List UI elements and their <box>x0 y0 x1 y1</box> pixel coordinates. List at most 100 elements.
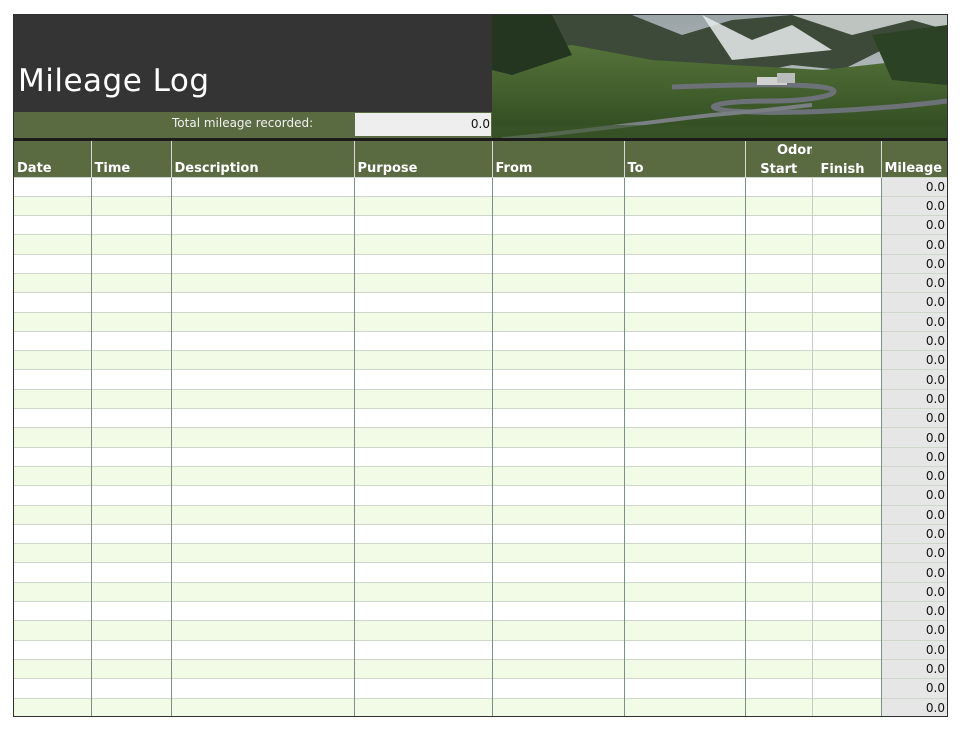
cell-finish[interactable] <box>811 562 881 583</box>
cell-time[interactable] <box>90 620 171 641</box>
cell-from[interactable] <box>491 272 624 293</box>
cell-to[interactable] <box>623 176 745 197</box>
cell-start[interactable] <box>744 292 812 313</box>
cell-to[interactable] <box>623 215 745 235</box>
cell-date[interactable] <box>14 697 91 716</box>
cell-start[interactable] <box>744 658 812 679</box>
cell-to[interactable] <box>623 350 745 370</box>
cell-to[interactable] <box>623 427 745 448</box>
cell-date[interactable] <box>14 195 91 216</box>
cell-date[interactable] <box>14 658 91 679</box>
cell-description[interactable] <box>170 562 354 583</box>
cell-to[interactable] <box>623 658 745 679</box>
cell-to[interactable] <box>623 253 745 274</box>
cell-date[interactable] <box>14 330 91 351</box>
cell-finish[interactable] <box>811 581 881 602</box>
cell-finish[interactable] <box>811 350 881 370</box>
cell-start[interactable] <box>744 446 812 467</box>
cell-time[interactable] <box>90 176 171 197</box>
cell-time[interactable] <box>90 504 171 525</box>
cell-to[interactable] <box>623 195 745 216</box>
cell-purpose[interactable] <box>353 369 492 390</box>
cell-finish[interactable] <box>811 523 881 544</box>
cell-from[interactable] <box>491 350 624 370</box>
cell-start[interactable] <box>744 697 812 716</box>
cell-from[interactable] <box>491 485 624 506</box>
cell-purpose[interactable] <box>353 427 492 448</box>
cell-to[interactable] <box>623 697 745 716</box>
cell-time[interactable] <box>90 658 171 679</box>
cell-purpose[interactable] <box>353 253 492 274</box>
cell-date[interactable] <box>14 620 91 641</box>
cell-purpose[interactable] <box>353 678 492 699</box>
cell-time[interactable] <box>90 330 171 351</box>
cell-from[interactable] <box>491 330 624 351</box>
cell-finish[interactable] <box>811 176 881 197</box>
cell-purpose[interactable] <box>353 176 492 197</box>
cell-description[interactable] <box>170 408 354 428</box>
cell-start[interactable] <box>744 639 812 660</box>
cell-finish[interactable] <box>811 485 881 506</box>
cell-from[interactable] <box>491 176 624 197</box>
cell-start[interactable] <box>744 408 812 428</box>
cell-start[interactable] <box>744 195 812 216</box>
cell-date[interactable] <box>14 465 91 486</box>
cell-start[interactable] <box>744 427 812 448</box>
cell-from[interactable] <box>491 427 624 448</box>
cell-finish[interactable] <box>811 678 881 699</box>
cell-time[interactable] <box>90 446 171 467</box>
cell-to[interactable] <box>623 562 745 583</box>
cell-description[interactable] <box>170 523 354 544</box>
cell-date[interactable] <box>14 369 91 390</box>
cell-start[interactable] <box>744 465 812 486</box>
column-header-odometer-start[interactable]: Odometer Start <box>744 141 850 177</box>
cell-finish[interactable] <box>811 292 881 313</box>
cell-finish[interactable] <box>811 427 881 448</box>
total-mileage-value[interactable]: 0.0 <box>355 113 491 136</box>
cell-description[interactable] <box>170 272 354 293</box>
cell-description[interactable] <box>170 601 354 621</box>
cell-finish[interactable] <box>811 620 881 641</box>
cell-to[interactable] <box>623 581 745 602</box>
cell-date[interactable] <box>14 446 91 467</box>
cell-start[interactable] <box>744 330 812 351</box>
cell-time[interactable] <box>90 465 171 486</box>
cell-purpose[interactable] <box>353 543 492 563</box>
cell-date[interactable] <box>14 562 91 583</box>
cell-time[interactable] <box>90 350 171 370</box>
cell-time[interactable] <box>90 408 171 428</box>
cell-from[interactable] <box>491 408 624 428</box>
cell-purpose[interactable] <box>353 446 492 467</box>
cell-to[interactable] <box>623 639 745 660</box>
cell-purpose[interactable] <box>353 465 492 486</box>
cell-finish[interactable] <box>811 408 881 428</box>
cell-from[interactable] <box>491 562 624 583</box>
cell-from[interactable] <box>491 446 624 467</box>
cell-time[interactable] <box>90 272 171 293</box>
cell-finish[interactable] <box>811 465 881 486</box>
cell-date[interactable] <box>14 234 91 255</box>
column-header-mileage[interactable]: Mileage <box>880 141 947 177</box>
cell-time[interactable] <box>90 581 171 602</box>
cell-purpose[interactable] <box>353 620 492 641</box>
cell-time[interactable] <box>90 639 171 660</box>
cell-finish[interactable] <box>811 272 881 293</box>
cell-to[interactable] <box>623 330 745 351</box>
cell-start[interactable] <box>744 215 812 235</box>
cell-to[interactable] <box>623 485 745 506</box>
cell-purpose[interactable] <box>353 388 492 409</box>
cell-finish[interactable] <box>811 195 881 216</box>
cell-to[interactable] <box>623 446 745 467</box>
cell-from[interactable] <box>491 292 624 313</box>
cell-finish[interactable] <box>811 601 881 621</box>
cell-date[interactable] <box>14 543 91 563</box>
cell-description[interactable] <box>170 215 354 235</box>
cell-finish[interactable] <box>811 543 881 563</box>
cell-time[interactable] <box>90 311 171 332</box>
cell-description[interactable] <box>170 543 354 563</box>
cell-from[interactable] <box>491 504 624 525</box>
cell-description[interactable] <box>170 311 354 332</box>
cell-start[interactable] <box>744 678 812 699</box>
cell-to[interactable] <box>623 369 745 390</box>
cell-finish[interactable] <box>811 446 881 467</box>
